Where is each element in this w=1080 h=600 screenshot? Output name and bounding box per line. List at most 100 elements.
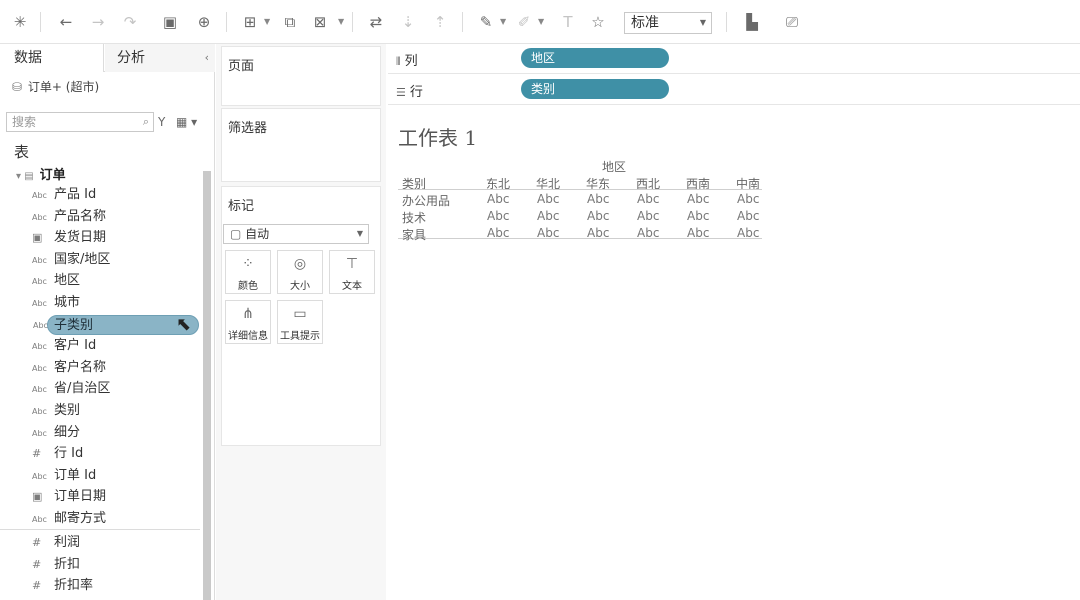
field-item[interactable]: Abc 地区: [32, 271, 80, 291]
save-icon[interactable]: ▣: [158, 10, 182, 34]
table-cell[interactable]: Abc: [687, 209, 709, 223]
table-cell[interactable]: Abc: [587, 226, 609, 240]
table-cell[interactable]: Abc: [737, 192, 759, 206]
category-header[interactable]: 技术: [402, 209, 426, 226]
tab-analysis[interactable]: 分析 ‹: [105, 44, 215, 72]
pane-tabs: 数据 分析 ‹: [0, 44, 215, 72]
chevron-down-icon: ▼: [356, 229, 363, 238]
table-cell[interactable]: Abc: [487, 192, 509, 206]
size-button[interactable]: ◎ 大小: [277, 250, 323, 294]
chevron-down-icon[interactable]: ▼: [338, 10, 344, 34]
table-cell[interactable]: Abc: [737, 226, 759, 240]
measure-item[interactable]: # 折扣: [32, 555, 80, 575]
filter-icon[interactable]: Y: [158, 112, 165, 132]
new-datasource-icon[interactable]: ⊕: [192, 10, 216, 34]
duplicate-sheet-icon[interactable]: ⧉: [278, 10, 302, 34]
redo-icon[interactable]: →: [86, 10, 110, 34]
sort-descending-icon[interactable]: ⇡: [428, 10, 452, 34]
table-cell[interactable]: Abc: [487, 226, 509, 240]
field-item[interactable]: Abc 产品 Id: [32, 185, 96, 205]
chevron-down-icon[interactable]: ▼: [538, 10, 544, 34]
marks-type-select[interactable]: ▢ 自动 ▼: [223, 224, 369, 244]
swap-rows-columns-icon[interactable]: ⇄: [364, 10, 388, 34]
new-worksheet-icon[interactable]: ⊞: [238, 10, 262, 34]
worksheet-view: 工作表 1 地区 类别 东北 华北 华东 西北 西南 中南 办公用品 Abc Abc Abc Abc…: [388, 108, 1080, 600]
presentation-mode-icon[interactable]: ⎚: [780, 10, 804, 34]
measure-item[interactable]: # 折扣率: [32, 576, 93, 596]
expand-icon[interactable]: ▾ ▤: [16, 171, 34, 182]
field-item[interactable]: ▣ 订单日期: [32, 487, 106, 507]
field-label: 城市: [54, 295, 81, 310]
search-input[interactable]: 搜索 ⌕: [6, 112, 154, 132]
table-cell[interactable]: Abc: [487, 209, 509, 223]
size-icon: ◎: [293, 256, 307, 272]
table-cell[interactable]: Abc: [537, 192, 559, 206]
text-button[interactable]: ⊤ 文本: [329, 250, 375, 294]
category-header[interactable]: 办公用品: [402, 192, 450, 209]
fix-axes-icon[interactable]: ☆: [586, 10, 610, 34]
tableau-logo-icon[interactable]: ✳: [8, 10, 32, 34]
table-cell[interactable]: Abc: [637, 209, 659, 223]
rows-pill[interactable]: 类别: [521, 79, 669, 99]
show-labels-icon[interactable]: T: [556, 10, 580, 34]
field-item[interactable]: Abc 订单 Id: [32, 466, 96, 486]
table-cell[interactable]: Abc: [687, 226, 709, 240]
detail-button[interactable]: ⋔ 详细信息: [225, 300, 271, 344]
undo-icon[interactable]: ←: [54, 10, 78, 34]
tooltip-button[interactable]: ▭ 工具提示: [277, 300, 323, 344]
string-type-icon: Abc: [32, 385, 47, 395]
table-cell[interactable]: Abc: [637, 192, 659, 206]
filters-card[interactable]: 筛选器: [221, 108, 381, 182]
marks-title: 标记: [228, 199, 255, 214]
table-cell[interactable]: Abc: [537, 226, 559, 240]
field-item[interactable]: # 行 Id: [32, 444, 83, 464]
table-item[interactable]: ▾ ▤ 订单: [6, 164, 66, 183]
category-header[interactable]: 家具: [402, 226, 426, 243]
fit-select[interactable]: 标准 ▼: [624, 12, 712, 34]
columns-shelf[interactable]: ⫴ 列 地区: [388, 44, 1080, 74]
clear-sheet-icon[interactable]: ⊠: [308, 10, 332, 34]
pages-card[interactable]: 页面: [221, 46, 381, 106]
sheet-title[interactable]: 工作表 1: [398, 122, 477, 151]
sort-ascending-icon[interactable]: ⇣: [396, 10, 420, 34]
field-item[interactable]: Abc 客户名称: [32, 358, 106, 378]
field-item[interactable]: Abc 细分: [32, 423, 80, 443]
chevron-down-icon[interactable]: ▼: [264, 10, 270, 34]
string-type-icon: Abc: [32, 191, 47, 200]
view-options-icon[interactable]: ▦ ▾: [176, 112, 197, 132]
table-cell[interactable]: Abc: [637, 226, 659, 240]
tab-data[interactable]: 数据: [0, 44, 104, 72]
datasource-item[interactable]: ⛁ 订单+ (超市): [12, 78, 99, 95]
highlight-icon[interactable]: ✎: [474, 10, 498, 34]
measure-item[interactable]: # 利润: [32, 533, 80, 553]
scrollbar[interactable]: [203, 171, 211, 600]
group-icon[interactable]: ✐: [512, 10, 536, 34]
chevron-down-icon[interactable]: ▼: [500, 10, 506, 34]
field-item[interactable]: Abc 省/自治区: [32, 379, 110, 399]
field-item[interactable]: ▣ 发货日期: [32, 228, 106, 248]
table-cell[interactable]: Abc: [737, 209, 759, 223]
rows-shelf[interactable]: ☰ 行 类别: [388, 75, 1080, 105]
field-item[interactable]: Abc 城市: [32, 293, 80, 313]
fit-select-value: 标准: [631, 15, 659, 31]
tab-analysis-label: 分析: [117, 50, 145, 66]
field-item[interactable]: Abc 类别: [32, 401, 80, 421]
table-label: 订单: [39, 168, 66, 183]
table-cell[interactable]: Abc: [587, 192, 609, 206]
collapse-pane-icon[interactable]: ‹: [205, 44, 209, 72]
show-me-icon[interactable]: ▙: [740, 10, 764, 34]
color-button[interactable]: ⁘ 颜色: [225, 250, 271, 294]
field-label: 子类别: [54, 317, 94, 333]
table-cell[interactable]: Abc: [537, 209, 559, 223]
field-item[interactable]: Abc 邮寄方式: [32, 509, 106, 529]
divider: [398, 189, 762, 190]
field-label: 产品名称: [54, 208, 107, 224]
replay-icon[interactable]: ↷: [118, 10, 142, 34]
field-item[interactable]: Abc 客户 Id: [32, 336, 96, 356]
field-label: 客户 Id: [54, 338, 97, 354]
columns-pill[interactable]: 地区: [521, 48, 669, 68]
field-item[interactable]: Abc 产品名称: [32, 207, 106, 227]
table-cell[interactable]: Abc: [587, 209, 609, 223]
field-item[interactable]: Abc 国家/地区: [32, 250, 110, 270]
table-cell[interactable]: Abc: [687, 192, 709, 206]
